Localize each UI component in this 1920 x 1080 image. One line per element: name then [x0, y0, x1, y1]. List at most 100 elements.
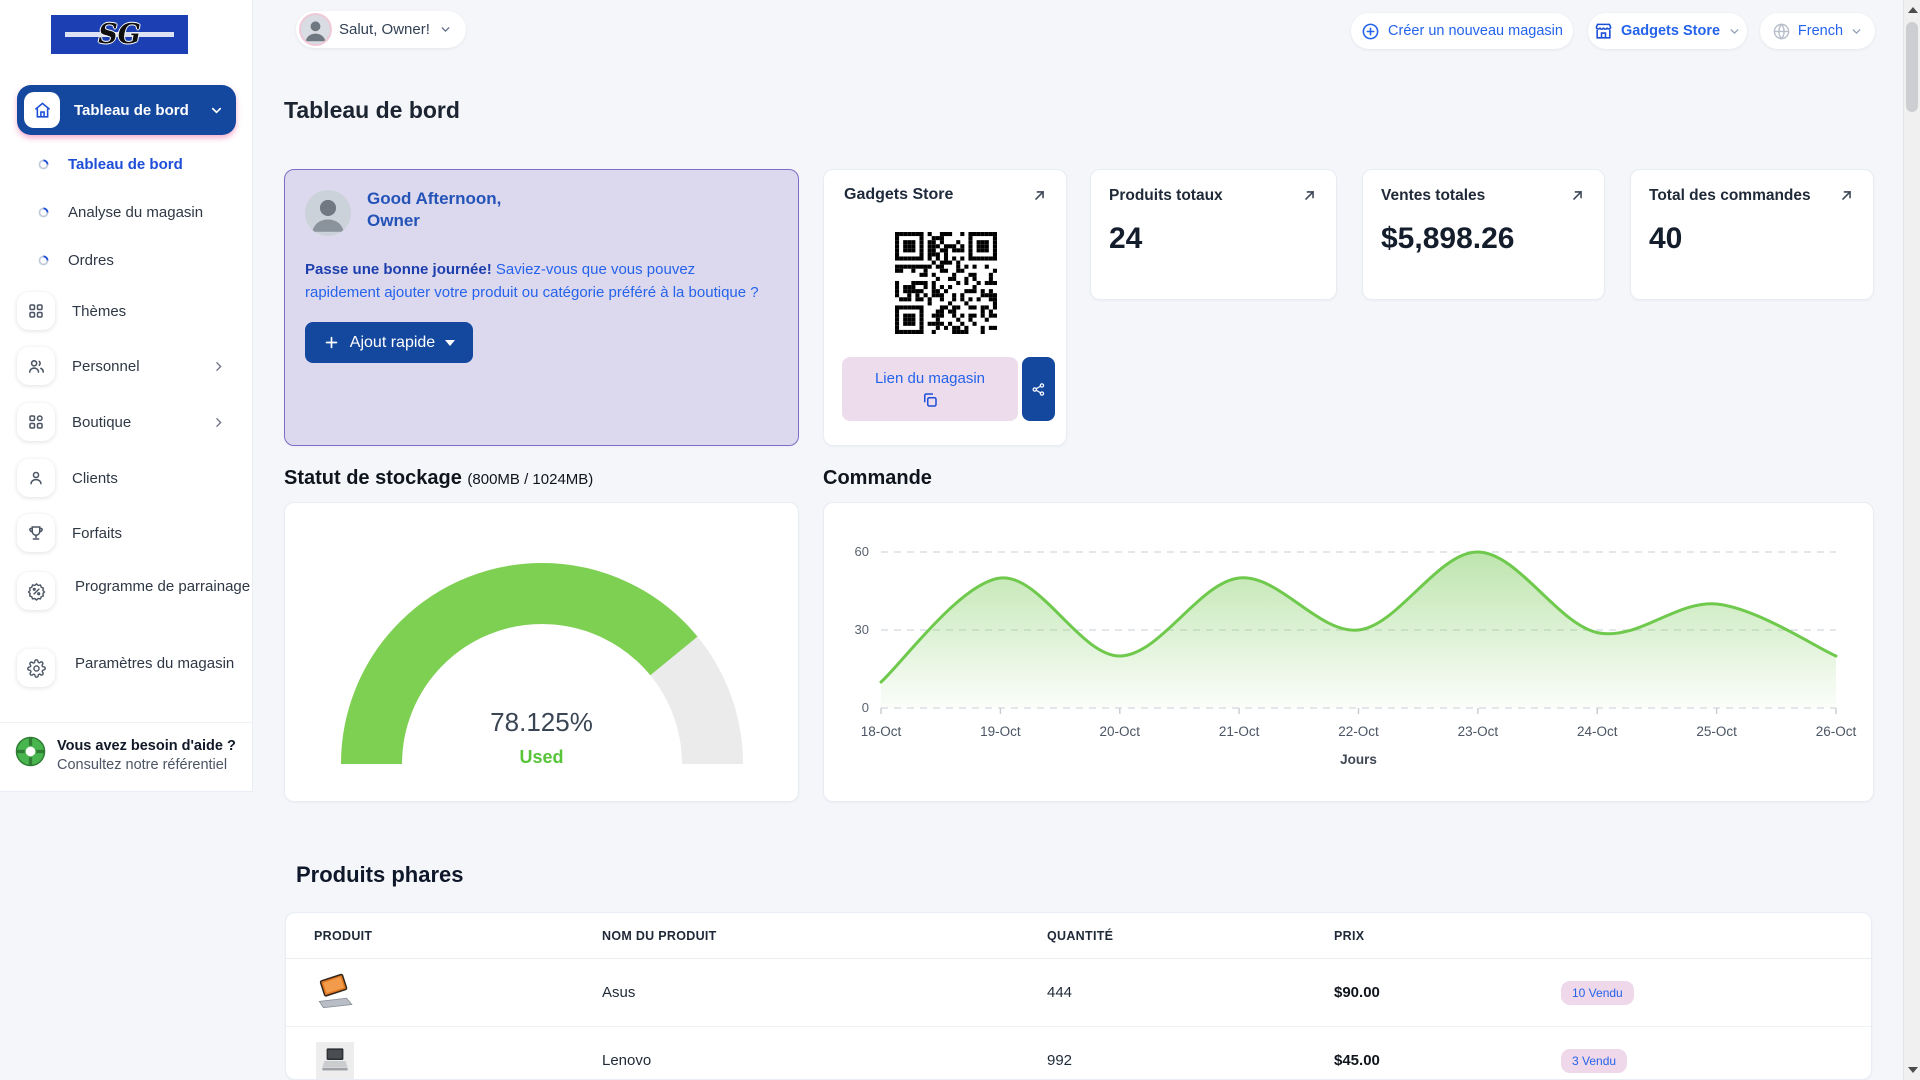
- sold-badge: 3 Vendu: [1561, 1049, 1627, 1073]
- product-image: [314, 972, 602, 1014]
- badge-percent-icon: [17, 572, 55, 610]
- greeting-title: Good Afternoon, Owner: [367, 188, 501, 232]
- orders-area-chart: 0306018-Oct19-Oct20-Oct21-Oct22-Oct23-Oc…: [824, 503, 1875, 803]
- sidebar-item-parametres-du-magasin[interactable]: Paramètres du magasin: [17, 649, 239, 711]
- chevron-right-icon: [212, 360, 225, 373]
- user-icon: [17, 459, 55, 497]
- stat-value: 24: [1109, 222, 1142, 256]
- chevron-down-icon: [439, 23, 452, 36]
- create-store-button[interactable]: Créer un nouveau magasin: [1351, 13, 1573, 49]
- sidebar-item-personnel[interactable]: Personnel: [17, 347, 239, 385]
- user-greeting-chip[interactable]: Salut, Owner!: [296, 11, 466, 48]
- store-selector[interactable]: Gadgets Store: [1588, 13, 1747, 49]
- vertical-scrollbar[interactable]: [1903, 0, 1920, 1080]
- product-name: Lenovo: [602, 1052, 1047, 1069]
- loader-circle-icon: [38, 207, 49, 218]
- share-button[interactable]: [1022, 357, 1055, 421]
- products-table-body: Asus444$90.0010 Vendu Lenovo992$45.003 Ve…: [286, 959, 1871, 1080]
- svg-text:23-Oct: 23-Oct: [1458, 724, 1499, 739]
- arrow-up-right-icon[interactable]: [1301, 187, 1318, 204]
- svg-text:18-Oct: 18-Oct: [861, 724, 902, 739]
- copy-icon: [921, 391, 939, 409]
- stat-value: 40: [1649, 222, 1682, 256]
- arrow-up-right-icon[interactable]: [1031, 187, 1048, 204]
- greeting-message: Passe une bonne journée! Saviez-vous que…: [305, 258, 773, 304]
- table-row: Asus444$90.0010 Vendu: [286, 959, 1871, 1027]
- trophy-icon: [17, 514, 55, 552]
- globe-icon: [1772, 22, 1791, 41]
- user-avatar: [301, 15, 330, 44]
- product-name: Asus: [602, 984, 1047, 1001]
- greeting-card: Good Afternoon, Owner Passe une bonne jo…: [284, 169, 799, 446]
- help-title: Vous avez besoin d'aide ?: [57, 736, 236, 757]
- loader-circle-icon: [38, 159, 49, 170]
- orders-section-title: Commande: [823, 467, 932, 490]
- sidebar-item-clients[interactable]: Clients: [17, 459, 239, 497]
- svg-text:Jours: Jours: [1340, 752, 1377, 767]
- store-logo[interactable]: SG: [51, 15, 188, 54]
- sidebar-item-forfaits[interactable]: Forfaits: [17, 514, 239, 552]
- svg-text:24-Oct: 24-Oct: [1577, 724, 1618, 739]
- svg-text:0: 0: [862, 700, 869, 715]
- quick-add-button[interactable]: Ajout rapide: [305, 322, 473, 363]
- storage-gauge-card: 78.125% Used: [284, 502, 799, 802]
- table-header-cell: QUANTITÉ: [1047, 929, 1334, 943]
- product-image: [314, 1040, 602, 1080]
- scroll-down-icon[interactable]: [1908, 1067, 1918, 1073]
- share-icon: [1031, 382, 1046, 397]
- page-title: Tableau de bord: [284, 97, 460, 124]
- language-selector[interactable]: French: [1760, 13, 1875, 49]
- table-header-cell: NOM DU PRODUIT: [602, 929, 1047, 943]
- sidebar-item-programme-de-parrainage[interactable]: Programme de parrainage: [17, 572, 239, 634]
- table-header-row: PRODUITNOM DU PRODUITQUANTITÉPRIX: [286, 913, 1871, 959]
- scroll-up-icon[interactable]: [1908, 7, 1918, 13]
- svg-text:20-Oct: 20-Oct: [1100, 724, 1141, 739]
- sidebar-subitem-analyse-du-magasin[interactable]: Analyse du magasin: [38, 199, 203, 225]
- stat-card-ventes-totales: Ventes totales $5,898.26: [1362, 169, 1605, 300]
- chevron-right-icon: [212, 416, 225, 429]
- owner-avatar: [305, 190, 351, 236]
- product-price: $90.00: [1334, 984, 1561, 1001]
- sidebar-item-themes[interactable]: Thèmes: [17, 292, 239, 330]
- logo-monogram: SG: [98, 19, 141, 50]
- sidebar-item-boutique[interactable]: Boutique: [17, 403, 239, 441]
- storage-section-title: Statut de stockage (800MB / 1024MB): [284, 467, 593, 490]
- arrow-up-right-icon[interactable]: [1569, 187, 1586, 204]
- table-header-cell: PRIX: [1334, 929, 1561, 943]
- product-price: $45.00: [1334, 1052, 1561, 1069]
- chevron-down-icon: [1850, 25, 1863, 38]
- product-quantity: 992: [1047, 1052, 1334, 1069]
- scrollbar-thumb[interactable]: [1906, 22, 1918, 112]
- grid-icon: [17, 292, 55, 330]
- sidebar-subitem-tableau-de-bord[interactable]: Tableau de bord: [38, 151, 183, 177]
- grid-icon: [17, 403, 55, 441]
- sidebar-item-tableau-de-bord[interactable]: Tableau de bord: [17, 85, 236, 135]
- sold-badge: 10 Vendu: [1561, 981, 1634, 1005]
- arrow-up-right-icon[interactable]: [1838, 187, 1855, 204]
- chevron-down-icon: [209, 103, 224, 118]
- store-qr-card: Gadgets Store Lien du magasin: [823, 169, 1067, 446]
- storage-used-label: Used: [285, 747, 798, 768]
- svg-text:25-Oct: 25-Oct: [1696, 724, 1737, 739]
- product-quantity: 444: [1047, 984, 1334, 1001]
- svg-text:22-Oct: 22-Oct: [1338, 724, 1379, 739]
- sidebar-subitem-ordres[interactable]: Ordres: [38, 247, 114, 273]
- plus-circle-icon: [1361, 22, 1380, 41]
- stat-value: $5,898.26: [1381, 222, 1514, 256]
- home-icon: [24, 92, 60, 128]
- caret-down-icon: [445, 340, 455, 346]
- svg-text:19-Oct: 19-Oct: [980, 724, 1021, 739]
- svg-text:60: 60: [855, 544, 869, 559]
- store-link-button[interactable]: Lien du magasin: [842, 357, 1018, 421]
- plus-icon: [323, 334, 340, 351]
- storage-percent: 78.125%: [285, 707, 798, 738]
- stat-card-total-commandes: Total des commandes 40: [1630, 169, 1874, 300]
- svg-text:26-Oct: 26-Oct: [1816, 724, 1857, 739]
- lifebuoy-icon: [15, 736, 46, 767]
- loader-circle-icon: [38, 255, 49, 266]
- help-section[interactable]: Vous avez besoin d'aide ? Consultez notr…: [0, 722, 253, 792]
- products-table: PRODUITNOM DU PRODUITQUANTITÉPRIX Asus44…: [285, 912, 1872, 1080]
- users-icon: [17, 347, 55, 385]
- orders-chart-card: 0306018-Oct19-Oct20-Oct21-Oct22-Oct23-Oc…: [823, 502, 1874, 802]
- table-header-cell: PRODUIT: [314, 929, 602, 943]
